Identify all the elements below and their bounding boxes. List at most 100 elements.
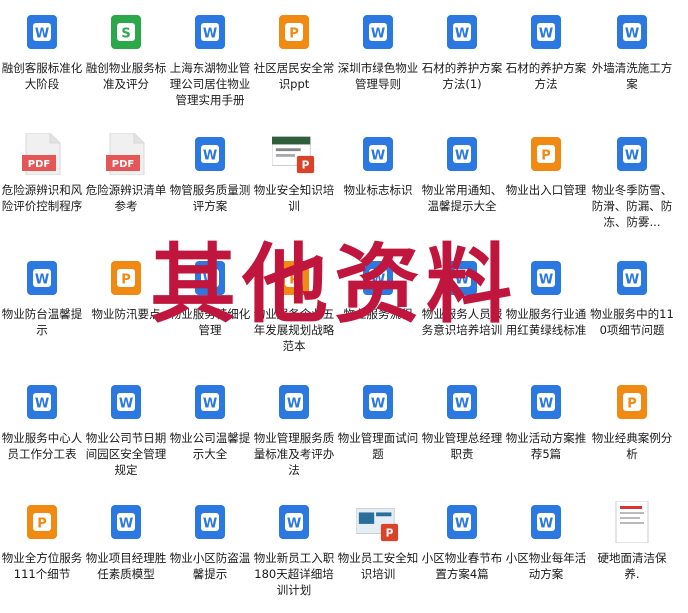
file-item[interactable]: W 物业服务行业通用红黄绿线标准 xyxy=(504,246,588,338)
file-name: 硬地面清洁保养. xyxy=(597,551,667,581)
word-doc-icon: W xyxy=(188,500,232,544)
svg-text:W: W xyxy=(455,517,469,532)
word-doc-icon: W xyxy=(188,132,232,176)
word-doc-icon: W xyxy=(610,132,654,176)
file-item[interactable]: P 物业出入口管理 xyxy=(504,122,588,198)
svg-text:P: P xyxy=(627,397,637,412)
pdf-icon: PDF xyxy=(20,132,64,176)
doc-thumbnail-icon xyxy=(610,500,654,544)
file-name: 融创客服标准化大阶段 xyxy=(1,61,83,91)
file-name: 物业小区防盗温馨提示 xyxy=(169,551,251,581)
file-item[interactable]: W 物业公司温馨提示大全 xyxy=(168,370,252,462)
svg-text:PDF: PDF xyxy=(28,159,50,170)
file-item[interactable]: P 社区居民安全常识ppt xyxy=(252,0,336,92)
file-grid: W 融创客服标准化大阶段 S 融创物业服务标准及评分 W 上海东湖物业管理公司居… xyxy=(0,0,688,613)
svg-text:S: S xyxy=(121,27,130,42)
word-doc-icon: W xyxy=(188,10,232,54)
file-item[interactable]: W 外墙清洗施工方案 xyxy=(590,0,674,92)
file-name: 外墙清洗施工方案 xyxy=(591,61,673,91)
file-item[interactable]: W 物业管理面试问题 xyxy=(336,370,420,462)
svg-text:W: W xyxy=(203,517,217,532)
file-name: 上海东湖物业管理公司居住物业管理实用手册 xyxy=(169,61,251,107)
file-name: 社区居民安全常识ppt xyxy=(253,61,335,91)
svg-text:W: W xyxy=(539,517,553,532)
ppt-thumbnail-icon: P xyxy=(356,500,400,544)
svg-text:W: W xyxy=(455,27,469,42)
file-name: 小区物业春节布置方案4篇 xyxy=(421,551,503,581)
svg-text:P: P xyxy=(37,517,47,532)
pdf-icon: PDF xyxy=(104,132,148,176)
file-item[interactable]: W 物业防台温馨提示 xyxy=(0,246,84,338)
file-item[interactable]: W 物业服务人员服务意识培养培训 xyxy=(420,246,504,338)
file-name: 物业公司节日期间园区安全管理规定 xyxy=(85,431,167,477)
word-doc-icon: W xyxy=(188,380,232,424)
word-doc-icon: W xyxy=(440,256,484,300)
file-item[interactable]: W 物业服务中的110项细节问题 xyxy=(590,246,674,338)
file-item[interactable]: W 物管服务质量测评方案 xyxy=(168,122,252,214)
file-item[interactable]: 硬地面清洁保养. xyxy=(590,490,674,582)
file-item[interactable]: W 物业服务中心人员工作分工表 xyxy=(0,370,84,462)
file-item[interactable]: W 物业活动方案推荐5篇 xyxy=(504,370,588,462)
word-doc-icon: W xyxy=(104,500,148,544)
file-item[interactable]: W 小区物业春节布置方案4篇 xyxy=(420,490,504,582)
file-item[interactable]: P 物业防汛要点 xyxy=(84,246,168,322)
file-item[interactable]: S 融创物业服务标准及评分 xyxy=(84,0,168,92)
file-name: 物业服务企业五年发展规划战略范本 xyxy=(253,307,335,353)
file-item[interactable]: W 物业服务流程 xyxy=(336,246,420,322)
file-name: 物业服务行业通用红黄绿线标准 xyxy=(505,307,587,337)
word-doc-icon: W xyxy=(610,10,654,54)
word-doc-icon: W xyxy=(272,500,316,544)
svg-text:P: P xyxy=(302,159,310,171)
file-item[interactable]: PDF 危险源辨识和风险评价控制程序 xyxy=(0,122,84,214)
file-item[interactable]: W 物业新员工入职180天超详细培训计划 xyxy=(252,490,336,598)
svg-text:P: P xyxy=(541,149,551,164)
ppt-icon: P xyxy=(272,10,316,54)
file-name: 物业项目经理胜任素质模型 xyxy=(85,551,167,581)
file-item[interactable]: W 石材的养护方案方法 xyxy=(504,0,588,92)
svg-text:W: W xyxy=(371,27,385,42)
file-item[interactable]: W 深圳市绿色物业管理导则 xyxy=(336,0,420,92)
file-item[interactable]: W 上海东湖物业管理公司居住物业管理实用手册 xyxy=(168,0,252,108)
word-doc-icon: W xyxy=(524,256,568,300)
file-name: 物业安全知识培训 xyxy=(253,183,335,213)
file-item[interactable]: W 物业项目经理胜任素质模型 xyxy=(84,490,168,582)
word-doc-icon: W xyxy=(524,380,568,424)
file-name: 危险源辨识清单参考 xyxy=(85,183,167,213)
file-item[interactable]: W 融创客服标准化大阶段 xyxy=(0,0,84,92)
svg-text:P: P xyxy=(386,527,394,539)
word-doc-icon: W xyxy=(356,132,400,176)
svg-text:W: W xyxy=(203,149,217,164)
file-item[interactable]: P 物业服务企业五年发展规划战略范本 xyxy=(252,246,336,354)
file-name: 物业全方位服务111个细节 xyxy=(1,551,83,581)
file-name: 物业标志标识 xyxy=(343,183,413,197)
ppt-icon: P xyxy=(20,500,64,544)
file-item[interactable]: W 物业服务精细化管理 xyxy=(168,246,252,338)
file-item[interactable]: W 物业冬季防雪、防滑、防漏、防冻、防雾... xyxy=(590,122,674,230)
file-item[interactable]: P 物业安全知识培训 xyxy=(252,122,336,214)
svg-text:W: W xyxy=(371,149,385,164)
svg-text:P: P xyxy=(289,273,299,288)
word-doc-icon: W xyxy=(524,10,568,54)
file-name: 物业新员工入职180天超详细培训计划 xyxy=(253,551,335,597)
file-item[interactable]: W 物业公司节日期间园区安全管理规定 xyxy=(84,370,168,478)
file-name: 物业经典案例分析 xyxy=(591,431,673,461)
file-name: 融创物业服务标准及评分 xyxy=(85,61,167,91)
file-item[interactable]: W 物业管理总经理职责 xyxy=(420,370,504,462)
file-item[interactable]: W 物业管理服务质量标准及考评办法 xyxy=(252,370,336,478)
word-doc-icon: W xyxy=(610,256,654,300)
file-item[interactable]: W 物业标志标识 xyxy=(336,122,420,198)
file-item[interactable]: W 物业小区防盗温馨提示 xyxy=(168,490,252,582)
file-item[interactable]: P 物业全方位服务111个细节 xyxy=(0,490,84,582)
svg-text:W: W xyxy=(203,273,217,288)
file-item[interactable]: W 物业常用通知、温馨提示大全 xyxy=(420,122,504,214)
file-item[interactable]: P 物业经典案例分析 xyxy=(590,370,674,462)
word-doc-icon: W xyxy=(188,256,232,300)
file-item[interactable]: PDF 危险源辨识清单参考 xyxy=(84,122,168,214)
word-doc-icon: W xyxy=(440,500,484,544)
svg-text:W: W xyxy=(119,397,133,412)
file-item[interactable]: W 小区物业每年活动方案 xyxy=(504,490,588,582)
file-item[interactable]: W 石材的养护方案方法(1) xyxy=(420,0,504,92)
file-name: 物业公司温馨提示大全 xyxy=(169,431,251,461)
file-item[interactable]: P 物业员工安全知识培训 xyxy=(336,490,420,582)
svg-text:W: W xyxy=(35,397,49,412)
